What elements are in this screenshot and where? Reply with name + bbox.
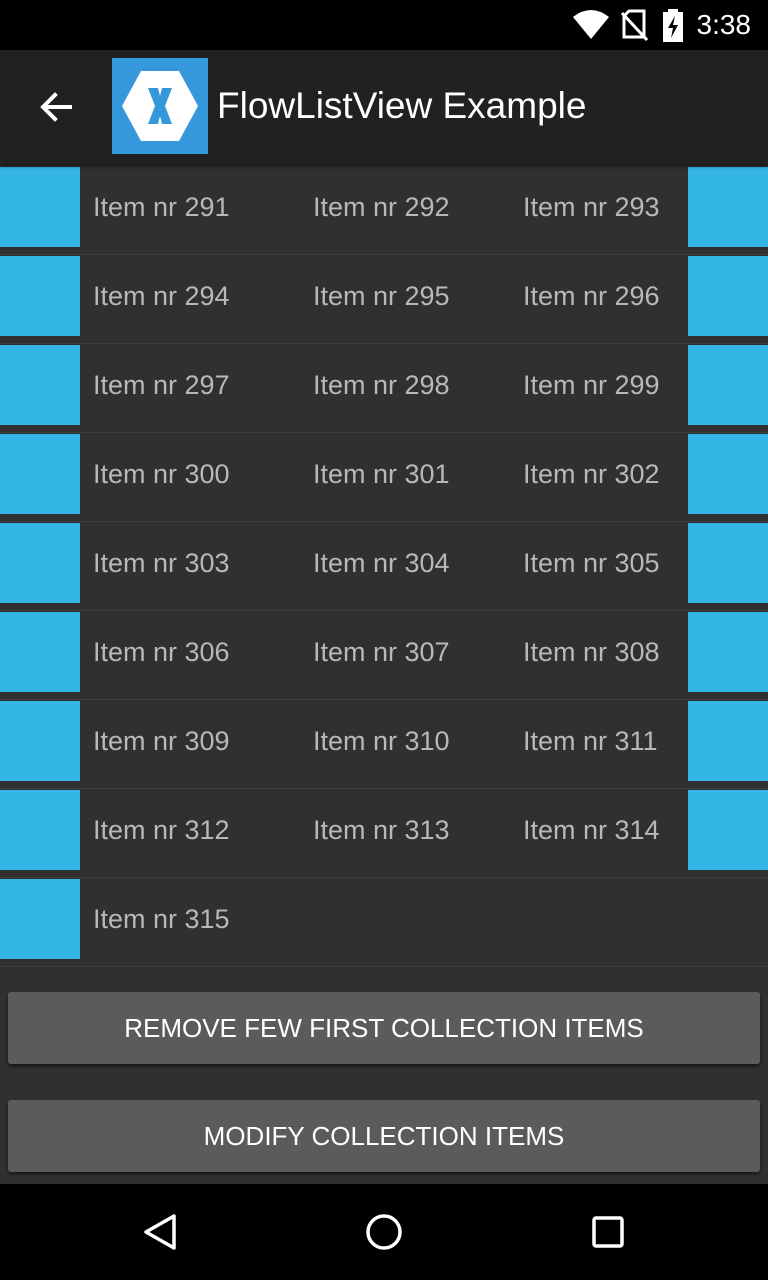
list-item[interactable]: Item nr 293 xyxy=(523,190,660,224)
list-item[interactable]: Item nr 311 xyxy=(523,724,658,758)
button-area: REMOVE FEW FIRST COLLECTION ITEMS MODIFY… xyxy=(0,968,768,1184)
list-row: Item nr 297 Item nr 298 Item nr 299 xyxy=(0,344,768,433)
list-item[interactable]: Item nr 297 xyxy=(93,368,230,402)
row-color-block-left xyxy=(0,167,80,247)
row-color-block-left xyxy=(0,523,80,603)
flow-list[interactable]: Item nr 291 Item nr 292 Item nr 293 Item… xyxy=(0,166,768,968)
list-item[interactable]: Item nr 295 xyxy=(313,279,450,313)
list-item[interactable]: Item nr 309 xyxy=(93,724,230,758)
list-item[interactable]: Item nr 305 xyxy=(523,546,660,580)
list-item[interactable]: Item nr 294 xyxy=(93,279,230,313)
list-item[interactable]: Item nr 312 xyxy=(93,813,230,847)
wifi-icon xyxy=(573,10,609,39)
xamarin-logo-icon xyxy=(112,58,208,154)
status-bar: 3:38 xyxy=(0,0,768,50)
row-color-block-right xyxy=(688,612,768,692)
list-row: Item nr 294 Item nr 295 Item nr 296 xyxy=(0,255,768,344)
list-item[interactable]: Item nr 308 xyxy=(523,635,660,669)
row-color-block-right xyxy=(688,167,768,247)
remove-items-button[interactable]: REMOVE FEW FIRST COLLECTION ITEMS xyxy=(8,992,760,1064)
no-sim-icon xyxy=(620,9,648,41)
row-color-block-right xyxy=(688,701,768,781)
row-color-block-right xyxy=(688,790,768,870)
row-color-block-left xyxy=(0,256,80,336)
list-item[interactable]: Item nr 300 xyxy=(93,457,230,491)
list-item[interactable]: Item nr 291 xyxy=(93,190,230,224)
list-item[interactable]: Item nr 303 xyxy=(93,546,230,580)
recents-square-icon[interactable] xyxy=(584,1208,632,1256)
list-item[interactable]: Item nr 310 xyxy=(313,724,450,758)
row-color-block-left xyxy=(0,612,80,692)
list-row: Item nr 315 xyxy=(0,878,768,967)
list-item[interactable]: Item nr 306 xyxy=(93,635,230,669)
list-row: Item nr 303 Item nr 304 Item nr 305 xyxy=(0,522,768,611)
list-item[interactable]: Item nr 307 xyxy=(313,635,450,669)
list-item[interactable]: Item nr 313 xyxy=(313,813,450,847)
list-row: Item nr 306 Item nr 307 Item nr 308 xyxy=(0,611,768,700)
row-color-block-right xyxy=(688,256,768,336)
row-color-block-left xyxy=(0,879,80,959)
row-color-block-left xyxy=(0,701,80,781)
list-item[interactable]: Item nr 296 xyxy=(523,279,660,313)
home-circle-icon[interactable] xyxy=(360,1208,408,1256)
list-item[interactable]: Item nr 314 xyxy=(523,813,660,847)
list-row: Item nr 309 Item nr 310 Item nr 311 xyxy=(0,700,768,789)
app-bar: FlowListView Example xyxy=(0,50,768,164)
app-title: FlowListView Example xyxy=(217,85,587,126)
system-nav-bar xyxy=(0,1184,768,1280)
list-item[interactable]: Item nr 292 xyxy=(313,190,450,224)
list-row: Item nr 291 Item nr 292 Item nr 293 xyxy=(0,166,768,255)
row-color-block-left xyxy=(0,345,80,425)
list-row: Item nr 300 Item nr 301 Item nr 302 xyxy=(0,433,768,522)
list-item[interactable]: Item nr 301 xyxy=(313,457,450,491)
list-item[interactable]: Item nr 298 xyxy=(313,368,450,402)
list-item[interactable]: Item nr 304 xyxy=(313,546,450,580)
back-triangle-icon[interactable] xyxy=(136,1208,184,1256)
list-row: Item nr 312 Item nr 313 Item nr 314 xyxy=(0,789,768,878)
arrow-back-icon[interactable] xyxy=(30,81,82,133)
list-item[interactable]: Item nr 302 xyxy=(523,457,660,491)
list-item[interactable]: Item nr 315 xyxy=(93,902,230,936)
row-color-block-left xyxy=(0,790,80,870)
battery-charging-icon xyxy=(663,9,683,42)
row-color-block-right xyxy=(688,434,768,514)
modify-items-button[interactable]: MODIFY COLLECTION ITEMS xyxy=(8,1100,760,1172)
list-item[interactable]: Item nr 299 xyxy=(523,368,660,402)
row-color-block-right xyxy=(688,345,768,425)
row-color-block-left xyxy=(0,434,80,514)
row-color-block-right xyxy=(688,523,768,603)
status-time: 3:38 xyxy=(696,9,752,40)
